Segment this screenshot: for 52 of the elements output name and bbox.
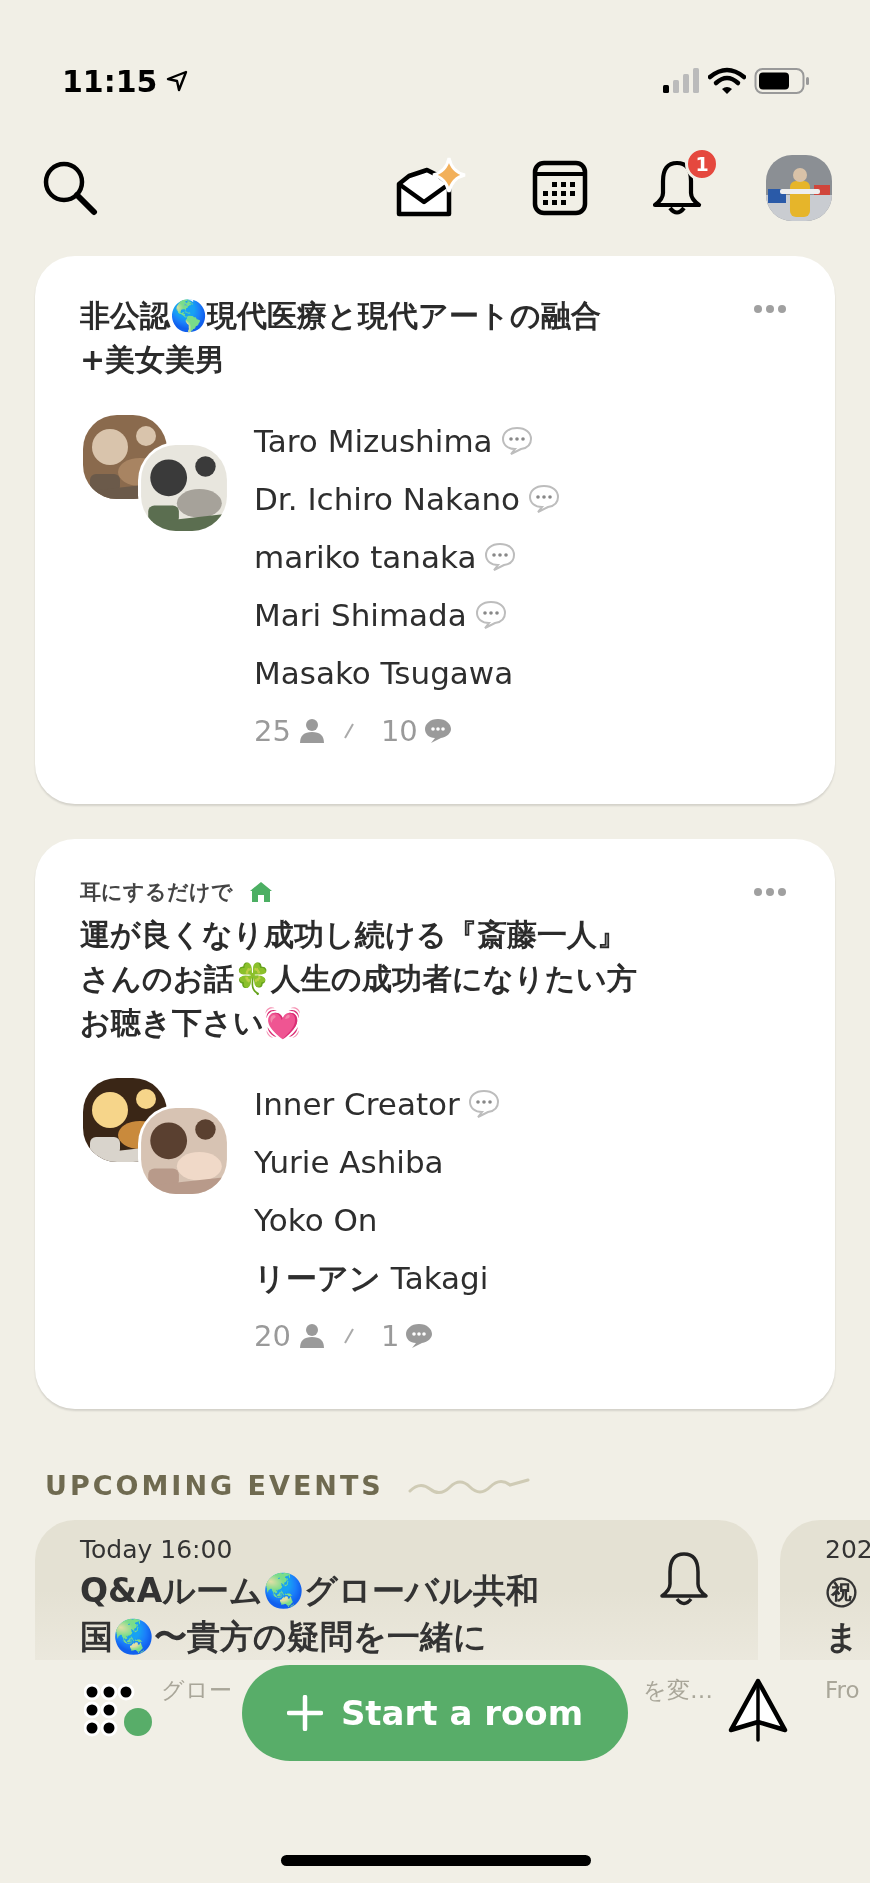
listener-count: 20: [254, 1318, 291, 1355]
event-title: ㊗: [825, 1570, 858, 1612]
speaker-name: Dr. Ichiro Nakano: [254, 480, 520, 519]
listener-count: 25: [254, 713, 291, 750]
speaker-name: Taro Mizushima: [254, 422, 493, 461]
location-arrow-icon: [165, 70, 188, 92]
chat-icon: [405, 1323, 434, 1349]
club-name[interactable]: 耳にするだけで: [80, 877, 233, 907]
search-icon[interactable]: [42, 160, 98, 216]
notification-badge: 1: [685, 147, 719, 181]
event-title: 国🌏〜貴方の疑問を一緒に: [80, 1616, 487, 1658]
wifi-icon: [708, 67, 746, 95]
divider-slash-icon: [342, 1327, 355, 1345]
event-description: グロー: [161, 1676, 232, 1705]
person-icon: [298, 718, 325, 744]
squiggle-icon: [407, 1477, 530, 1495]
event-title: Q&Aルーム🌏グローバル共和: [80, 1570, 540, 1612]
person-icon: [298, 1323, 325, 1349]
chat-icon: [423, 718, 452, 744]
speaker-name: Masako Tsugawa: [254, 654, 514, 693]
speaker-name: Inner Creator: [254, 1085, 460, 1124]
bell-icon[interactable]: [658, 1550, 710, 1608]
calendar-icon[interactable]: [532, 160, 588, 216]
divider-slash-icon: [342, 722, 355, 740]
room-card[interactable]: 耳にするだけで 運が良くなり成功し続ける『斎藤一人』さんのお話🍀人生の成功者になりたい方お聴き下さい💓 Inner Creator Yurie Ashiba Yoko On リーアン Takagi 20 1: [35, 839, 835, 1409]
paper-plane-icon[interactable]: [728, 1678, 788, 1744]
event-title: ま: [825, 1616, 859, 1658]
speaker-name: リーアン Takagi: [254, 1259, 489, 1298]
more-icon[interactable]: [753, 304, 787, 314]
event-time: 202: [825, 1534, 870, 1566]
event-description: を変…: [643, 1676, 713, 1705]
status-time: 11:15: [62, 62, 158, 101]
event-card[interactable]: Today 16:00 Q&Aルーム🌏グローバル共和 国🌏〜貴方の疑問を一緒に: [35, 1520, 758, 1660]
plus-icon: [286, 1695, 323, 1731]
house-icon: [249, 880, 273, 904]
speaker-name: Mari Shimada: [254, 596, 467, 635]
room-title: 運が良くなり成功し続ける『斎藤一人』さんのお話🍀人生の成功者になりたい方お聴き下さい💓: [80, 916, 638, 1042]
event-description: Fro: [825, 1676, 860, 1705]
room-card[interactable]: 非公認🌎現代医療と現代アートの融合+美女美男 Taro Mizushima Dr. Ichiro Nakano mariko tanaka Mari Shimada Masako Tsugawa 25 10: [35, 256, 835, 804]
message-count: 10: [380, 713, 418, 750]
speaker-name: Yurie Ashiba: [254, 1143, 444, 1182]
people-grid-icon[interactable]: [84, 1684, 152, 1738]
signal-icon: [662, 68, 700, 94]
speaker-name: Yoko On: [254, 1201, 378, 1240]
event-card[interactable]: 202 ㊗ ま: [780, 1520, 870, 1660]
room-title: 非公認🌎現代医療と現代アートの融合+美女美男: [80, 297, 602, 379]
more-icon[interactable]: [753, 887, 787, 897]
speaker-name: mariko tanaka: [254, 538, 477, 577]
event-time: Today 16:00: [80, 1534, 233, 1566]
battery-icon: [754, 67, 810, 95]
message-count: 1: [380, 1318, 400, 1355]
section-heading: UPCOMING EVENTS: [45, 1468, 384, 1503]
